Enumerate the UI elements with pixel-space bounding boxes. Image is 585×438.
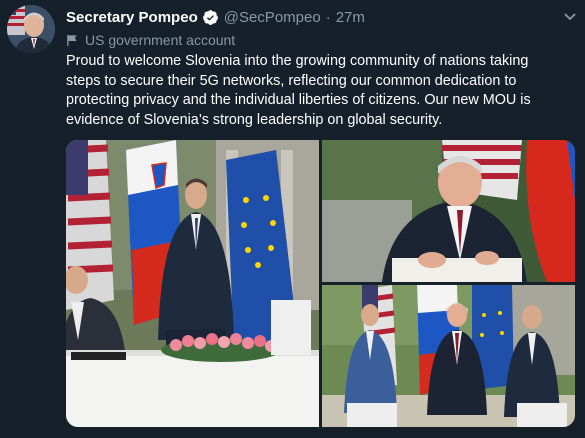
photo-officials-group[interactable] xyxy=(322,285,575,427)
tweet-header: Secretary Pompeo @SecPompeo · 27m xyxy=(66,6,365,28)
author-name[interactable]: Secretary Pompeo xyxy=(66,9,198,26)
photo-signing-ceremony[interactable] xyxy=(66,140,319,427)
avatar[interactable] xyxy=(7,5,55,53)
separator-dot: · xyxy=(325,8,331,26)
chevron-down-icon[interactable] xyxy=(562,8,578,24)
author-handle[interactable]: @SecPompeo xyxy=(224,9,321,26)
photo-signing-mou[interactable] xyxy=(322,140,575,282)
tweet[interactable]: Secretary Pompeo @SecPompeo · 27m US gov… xyxy=(0,0,585,438)
tweet-text: Proud to welcome Slovenia into the growi… xyxy=(66,53,531,128)
verified-badge-icon xyxy=(202,9,219,26)
avatar-image xyxy=(7,5,55,53)
flag-icon xyxy=(66,34,79,47)
account-label: US government account xyxy=(66,30,235,50)
timestamp[interactable]: 27m xyxy=(336,9,365,26)
media-grid xyxy=(66,140,575,427)
account-label-text: US government account xyxy=(85,32,236,48)
